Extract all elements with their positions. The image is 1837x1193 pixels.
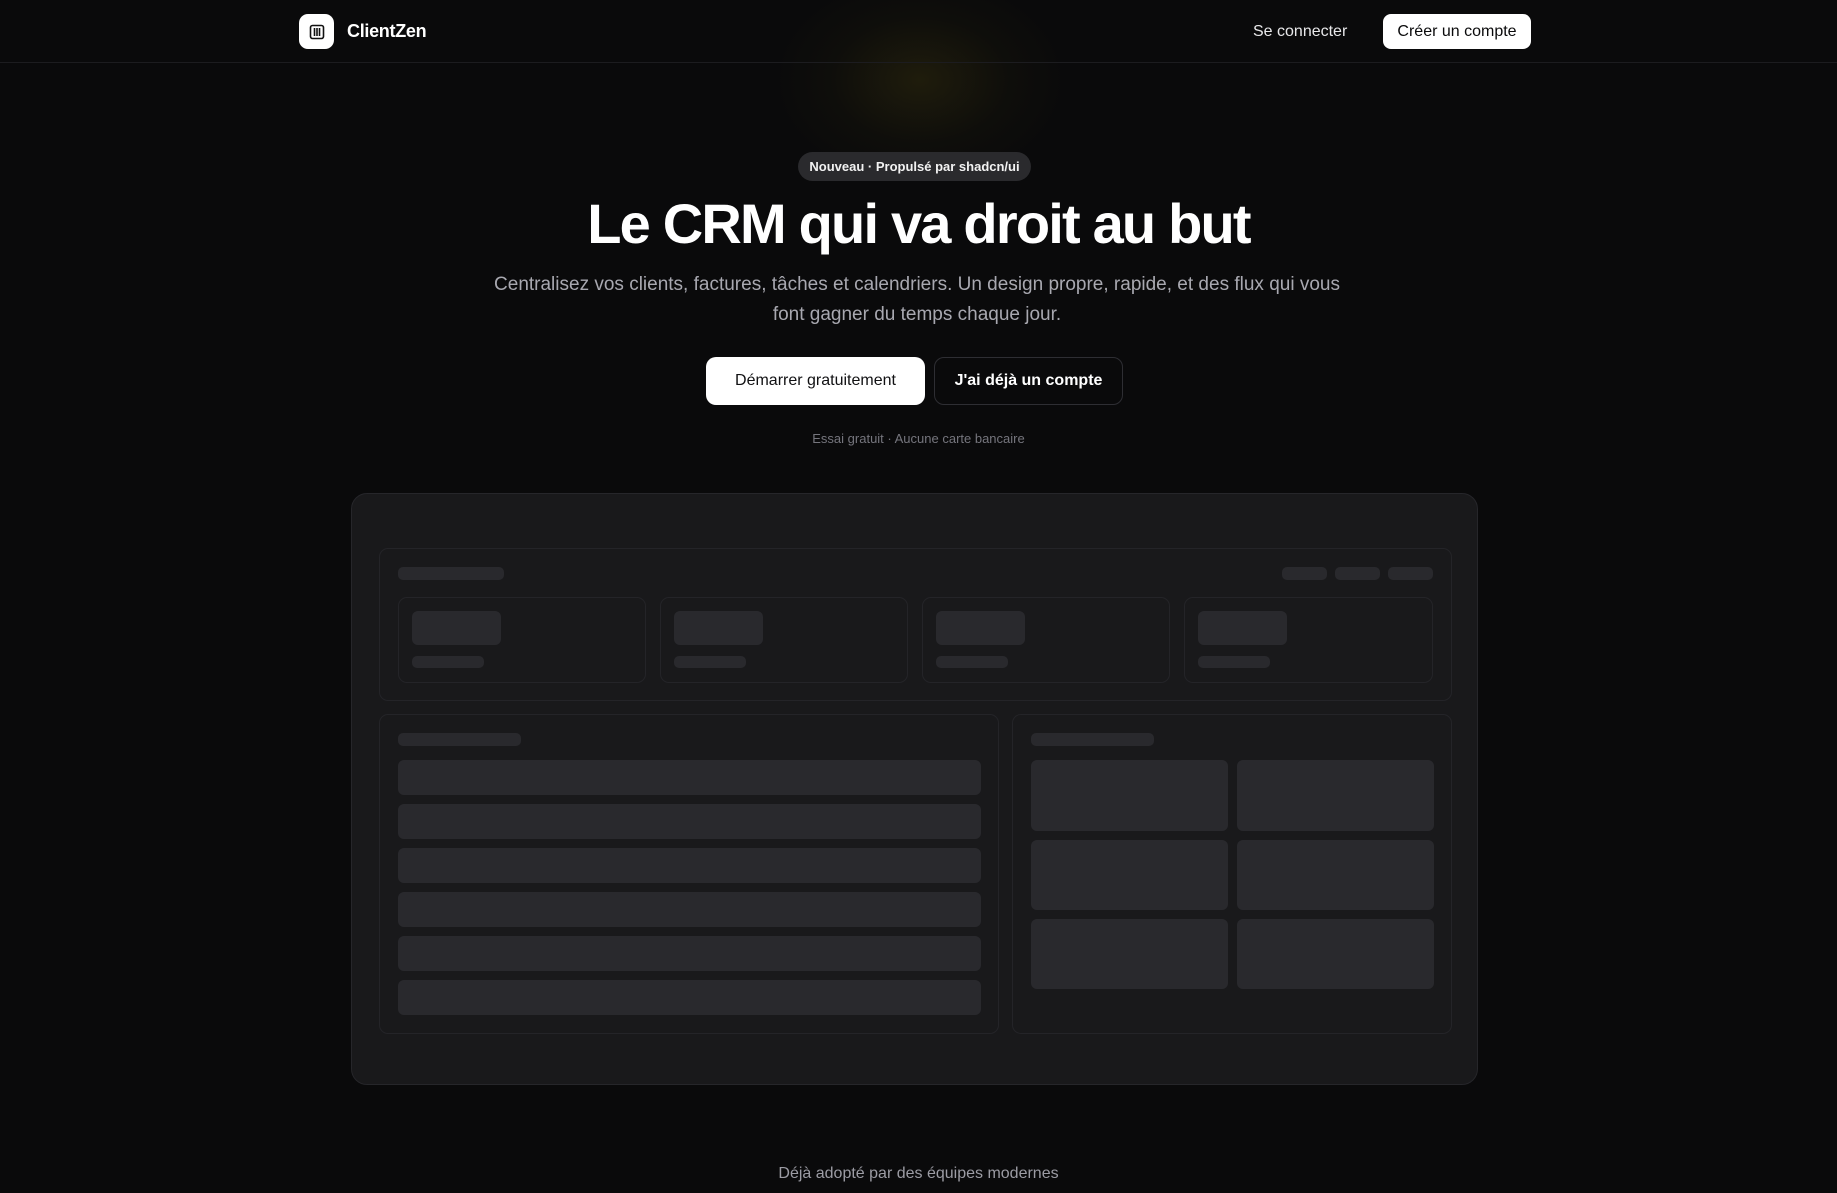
skeleton-chip [1335,567,1380,580]
skeleton-value [412,611,501,645]
hero-subtitle: Centralisez vos clients, factures, tâche… [494,274,1340,325]
skeleton-value [674,611,763,645]
skeleton-title [398,733,521,746]
skeleton-value [1198,611,1287,645]
skeleton-title [398,567,504,580]
skeleton-row [398,892,981,927]
existing-account-button[interactable]: J'ai déjà un compte [934,357,1123,405]
stat-card [398,597,646,683]
skeleton-label [412,656,484,668]
skeleton-tile [1031,840,1228,910]
skeleton-value [936,611,1025,645]
skeleton-label [674,656,746,668]
brand[interactable]: ClientZen [299,14,427,49]
grid-panel [1012,714,1452,1034]
skeleton-tile [1031,919,1228,989]
skeleton-tile [1031,760,1228,831]
stats-panel [379,548,1452,701]
skeleton-row [398,848,981,883]
site-header: ClientZen Se connecter Créer un compte [0,0,1837,63]
skeleton-tile [1237,760,1434,831]
logo [299,14,334,49]
trusted-by-text: Déjà adopté par des équipes modernes [778,1165,1059,1182]
skeleton-label [936,656,1008,668]
trial-note: Essai gratuit · Aucune carte bancaire [812,431,1025,446]
hero-title: Le CRM qui va droit au but [587,192,1251,255]
skeleton-label [1198,656,1270,668]
skeleton-tile [1237,840,1434,910]
signup-button[interactable]: Créer un compte [1383,14,1531,49]
skeleton-row [398,980,981,1015]
stat-card [922,597,1170,683]
skeleton-row [398,804,981,839]
start-free-button[interactable]: Démarrer gratuitement [706,357,925,405]
list-panel [379,714,999,1034]
stat-card [660,597,908,683]
app-preview [351,493,1478,1085]
skeleton-row [398,760,981,795]
skeleton-title [1031,733,1154,746]
login-button[interactable]: Se connecter [1253,19,1347,45]
columns-icon [309,24,324,39]
skeleton-tile [1237,919,1434,989]
announcement-badge: Nouveau · Propulsé par shadcn/ui [798,152,1031,181]
brand-name: ClientZen [347,21,427,41]
skeleton-chip [1282,567,1327,580]
landing-page: ClientZen Se connecter Créer un compte N… [0,0,1837,1193]
stat-card [1184,597,1433,683]
skeleton-chip [1388,567,1433,580]
skeleton-row [398,936,981,971]
